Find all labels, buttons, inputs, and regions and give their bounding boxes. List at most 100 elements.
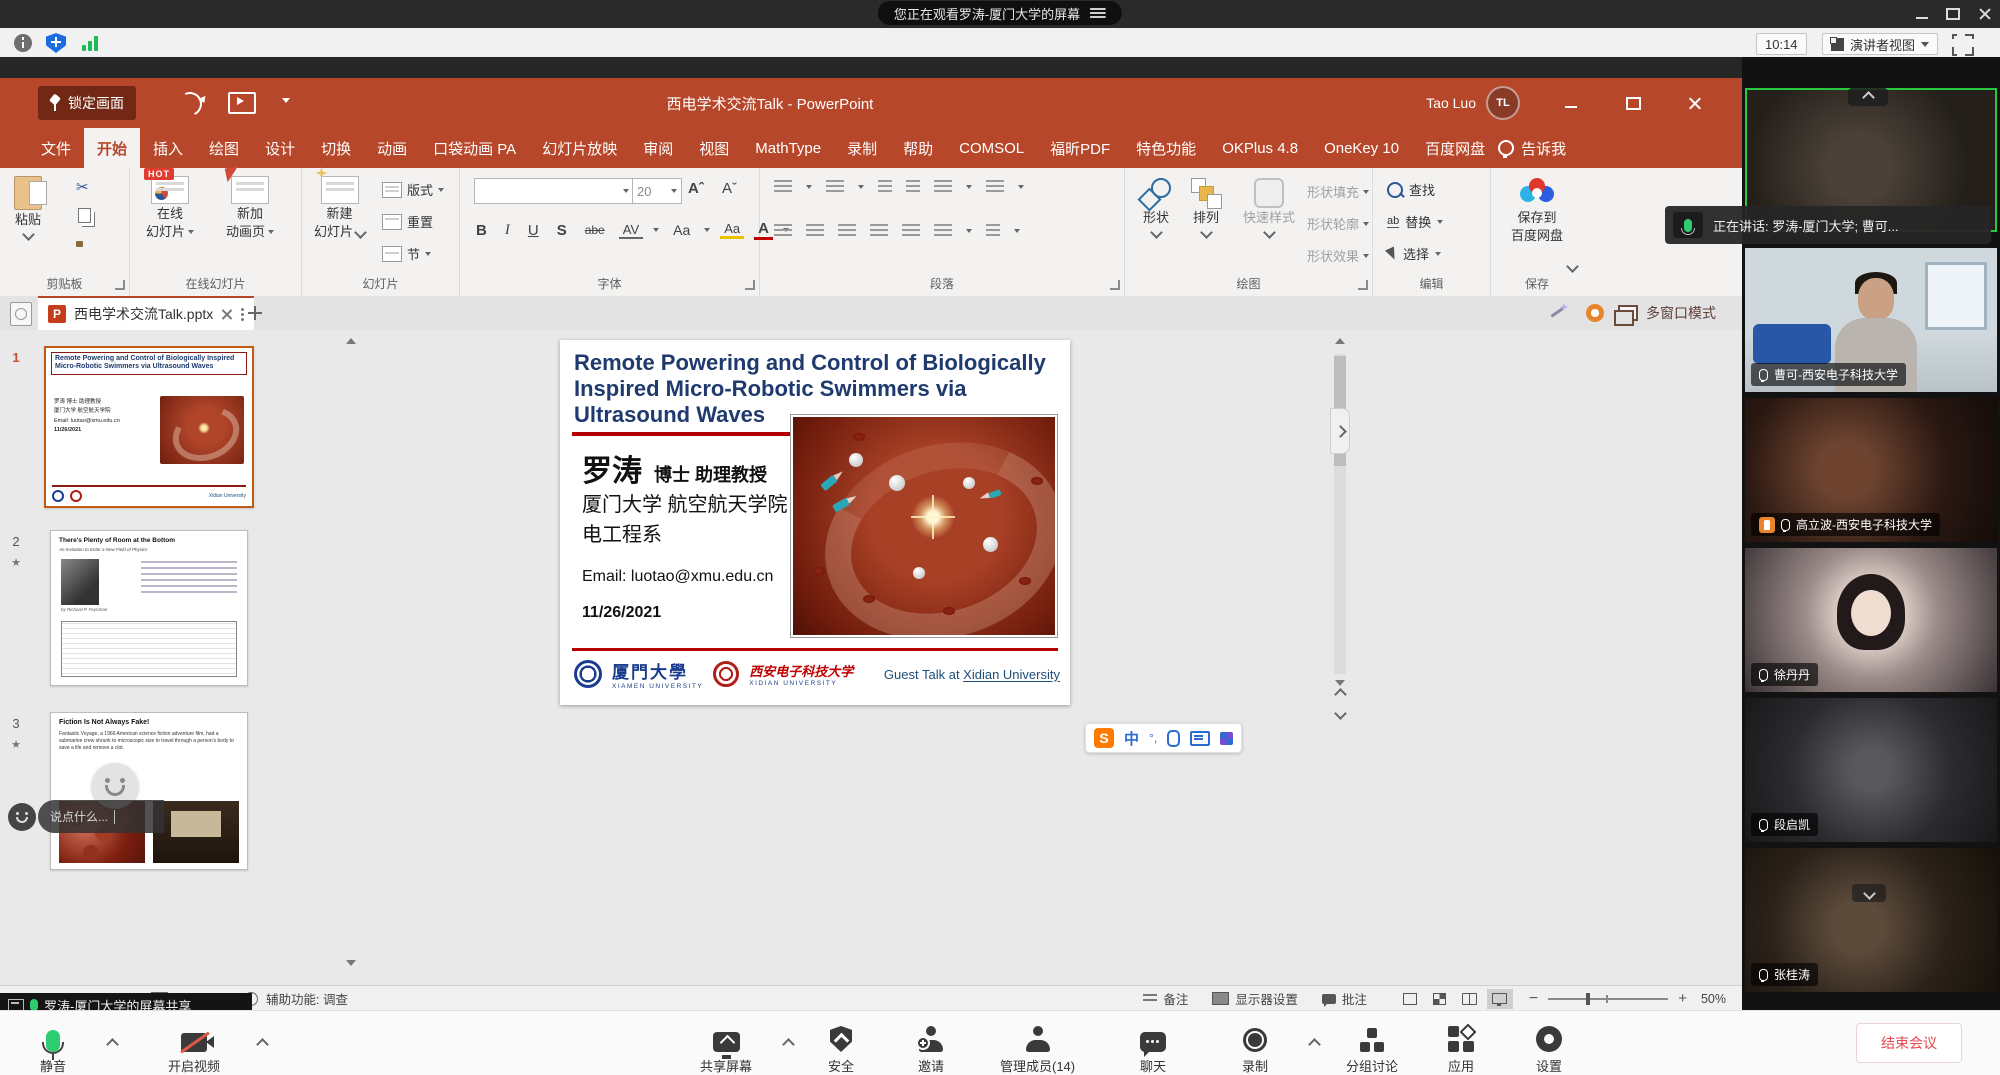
tab-okplus[interactable]: OKPlus 4.8 bbox=[1209, 128, 1311, 168]
dialog-launcher-icon[interactable] bbox=[1358, 280, 1368, 290]
normal-view-button[interactable] bbox=[1397, 989, 1423, 1009]
align-center-icon[interactable] bbox=[806, 224, 824, 238]
change-case-button[interactable]: Aa bbox=[669, 222, 694, 238]
video-tile-participant[interactable]: 张桂涛 bbox=[1745, 848, 1997, 992]
plugin-flower-icon[interactable] bbox=[1586, 304, 1604, 322]
multi-window-mode-button[interactable]: 多窗口模式 bbox=[1618, 296, 1716, 330]
next-slide-icon[interactable] bbox=[1334, 707, 1347, 720]
mute-button[interactable]: 静音 bbox=[40, 1022, 66, 1075]
chat-button[interactable]: 聊天 bbox=[1140, 1022, 1166, 1075]
redo-icon[interactable] bbox=[175, 89, 206, 120]
magic-wand-icon[interactable] bbox=[1548, 303, 1568, 323]
document-tab[interactable]: P 西电学术交流Talk.pptx bbox=[38, 296, 254, 330]
sogou-input-bar[interactable]: S 中 °, bbox=[1085, 723, 1242, 753]
underline-button[interactable]: U bbox=[524, 222, 543, 239]
account-area[interactable]: Tao Luo TL bbox=[1426, 78, 1520, 128]
comments-button[interactable]: 批注 bbox=[1342, 989, 1367, 1008]
display-settings-button[interactable]: 显示器设置 bbox=[1235, 989, 1298, 1008]
slideshow-view-button[interactable] bbox=[1487, 989, 1513, 1009]
close-tab-icon[interactable] bbox=[221, 308, 233, 320]
scroll-up-icon[interactable] bbox=[346, 338, 356, 344]
copy-icon[interactable] bbox=[78, 208, 91, 223]
shrink-font-button[interactable]: Aˇ bbox=[718, 180, 741, 197]
shape-fill-button[interactable]: 形状填充 bbox=[1307, 182, 1369, 201]
section-button[interactable]: 节 bbox=[382, 244, 431, 263]
cut-icon[interactable]: ✂ bbox=[76, 178, 89, 196]
tab-baidu-netdisk[interactable]: 百度网盘 bbox=[1412, 128, 1498, 168]
dialog-launcher-icon[interactable] bbox=[115, 280, 125, 290]
new-animation-page-button[interactable]: 新加 动画页 bbox=[226, 176, 274, 241]
shadow-button[interactable]: S bbox=[553, 222, 571, 239]
online-slides-button[interactable]: HOT 在线 幻灯片 bbox=[146, 176, 194, 241]
tab-draw[interactable]: 绘图 bbox=[196, 128, 252, 168]
chat-input[interactable]: 说点什么... bbox=[38, 800, 164, 833]
breakout-rooms-button[interactable]: 分组讨论 bbox=[1346, 1022, 1398, 1075]
arrange-button[interactable]: 排列 bbox=[1191, 178, 1221, 237]
quick-styles-button[interactable]: 快速样式 bbox=[1243, 178, 1295, 237]
share-screen-button[interactable]: 共享屏幕 bbox=[700, 1022, 752, 1075]
view-mode-dropdown[interactable]: 演讲者视图 bbox=[1822, 33, 1938, 55]
paste-button[interactable]: 粘贴 bbox=[14, 176, 42, 239]
zoom-slider[interactable] bbox=[1548, 998, 1668, 1000]
avatar[interactable]: TL bbox=[1486, 86, 1520, 120]
manage-members-button[interactable]: 管理成员(14) bbox=[1000, 1022, 1075, 1075]
tab-pocket-animation[interactable]: 口袋动画 PA bbox=[420, 128, 529, 168]
scroll-up-icon[interactable] bbox=[1335, 338, 1345, 344]
zoom-slider-thumb[interactable] bbox=[1586, 993, 1590, 1005]
tab-slideshow[interactable]: 幻灯片放映 bbox=[529, 128, 630, 168]
keyboard-icon[interactable] bbox=[1190, 731, 1210, 746]
fullscreen-icon[interactable] bbox=[1952, 34, 1974, 56]
notes-button[interactable]: 备注 bbox=[1163, 989, 1188, 1008]
align-left-icon[interactable] bbox=[774, 224, 792, 238]
tab-tell-me[interactable]: 告诉我 bbox=[1508, 128, 1579, 168]
close-icon[interactable] bbox=[1978, 7, 1992, 21]
highlight-button[interactable]: Aa bbox=[720, 221, 744, 239]
minimize-icon[interactable] bbox=[1916, 9, 1928, 19]
font-size-combo[interactable]: 20 bbox=[632, 178, 682, 204]
chinese-mode-icon[interactable]: 中 bbox=[1124, 728, 1139, 749]
tab-insert[interactable]: 插入 bbox=[140, 128, 196, 168]
tab-design[interactable]: 设计 bbox=[252, 128, 308, 168]
reading-view-button[interactable] bbox=[1457, 989, 1483, 1009]
video-tile-participant[interactable]: 曹可-西安电子科技大学 bbox=[1745, 248, 1997, 392]
start-video-button[interactable]: 开启视频 bbox=[168, 1022, 220, 1075]
dialog-launcher-icon[interactable] bbox=[745, 280, 755, 290]
align-text-icon[interactable] bbox=[934, 224, 952, 238]
panel-collapse-handle[interactable] bbox=[1330, 408, 1350, 454]
tab-foxit-pdf[interactable]: 福昕PDF bbox=[1037, 128, 1123, 168]
security-button[interactable]: 安全 bbox=[828, 1022, 854, 1075]
strikethrough-button[interactable]: abe bbox=[581, 223, 609, 237]
end-meeting-button[interactable]: 结束会议 bbox=[1856, 1023, 1962, 1063]
ppt-close-button[interactable] bbox=[1682, 90, 1708, 116]
apps-button[interactable]: 应用 bbox=[1448, 1022, 1474, 1075]
bold-button[interactable]: B bbox=[472, 222, 491, 239]
settings-button[interactable]: 设置 bbox=[1536, 1022, 1562, 1075]
tab-review[interactable]: 审阅 bbox=[630, 128, 686, 168]
bullets-icon[interactable] bbox=[774, 180, 792, 194]
video-tile-participant[interactable]: 段启凯 bbox=[1745, 698, 1997, 842]
tab-view[interactable]: 视图 bbox=[686, 128, 742, 168]
watching-banner[interactable]: 您正在观看罗涛-厦门大学的屏幕 bbox=[878, 1, 1122, 25]
current-slide[interactable]: Remote Powering and Control of Biologica… bbox=[560, 340, 1070, 705]
increase-indent-icon[interactable] bbox=[906, 180, 920, 194]
tab-menu-icon[interactable] bbox=[241, 308, 244, 321]
justify-icon[interactable] bbox=[870, 224, 888, 238]
layout-button[interactable]: 版式 bbox=[382, 180, 444, 199]
maximize-icon[interactable] bbox=[1946, 8, 1960, 20]
more-videos-button[interactable] bbox=[1852, 884, 1886, 902]
toolbox-icon[interactable] bbox=[1220, 732, 1233, 745]
text-direction-icon[interactable] bbox=[986, 180, 1004, 194]
zoom-level[interactable]: 50% bbox=[1701, 992, 1726, 1006]
scroll-down-icon[interactable] bbox=[1335, 680, 1345, 686]
columns-icon[interactable] bbox=[902, 224, 920, 238]
slide-thumbnail-2[interactable]: There's Plenty of Room at the Bottom An … bbox=[50, 530, 248, 686]
sogou-logo[interactable]: S bbox=[1094, 728, 1114, 748]
tab-help[interactable]: 帮助 bbox=[890, 128, 946, 168]
find-button[interactable]: 查找 bbox=[1387, 180, 1435, 199]
tab-record[interactable]: 录制 bbox=[834, 128, 890, 168]
qat-dropdown-icon[interactable] bbox=[282, 98, 290, 103]
line-spacing-icon[interactable] bbox=[934, 180, 952, 194]
decrease-indent-icon[interactable] bbox=[878, 180, 892, 194]
align-right-icon[interactable] bbox=[838, 224, 856, 238]
tab-transitions[interactable]: 切换 bbox=[308, 128, 364, 168]
